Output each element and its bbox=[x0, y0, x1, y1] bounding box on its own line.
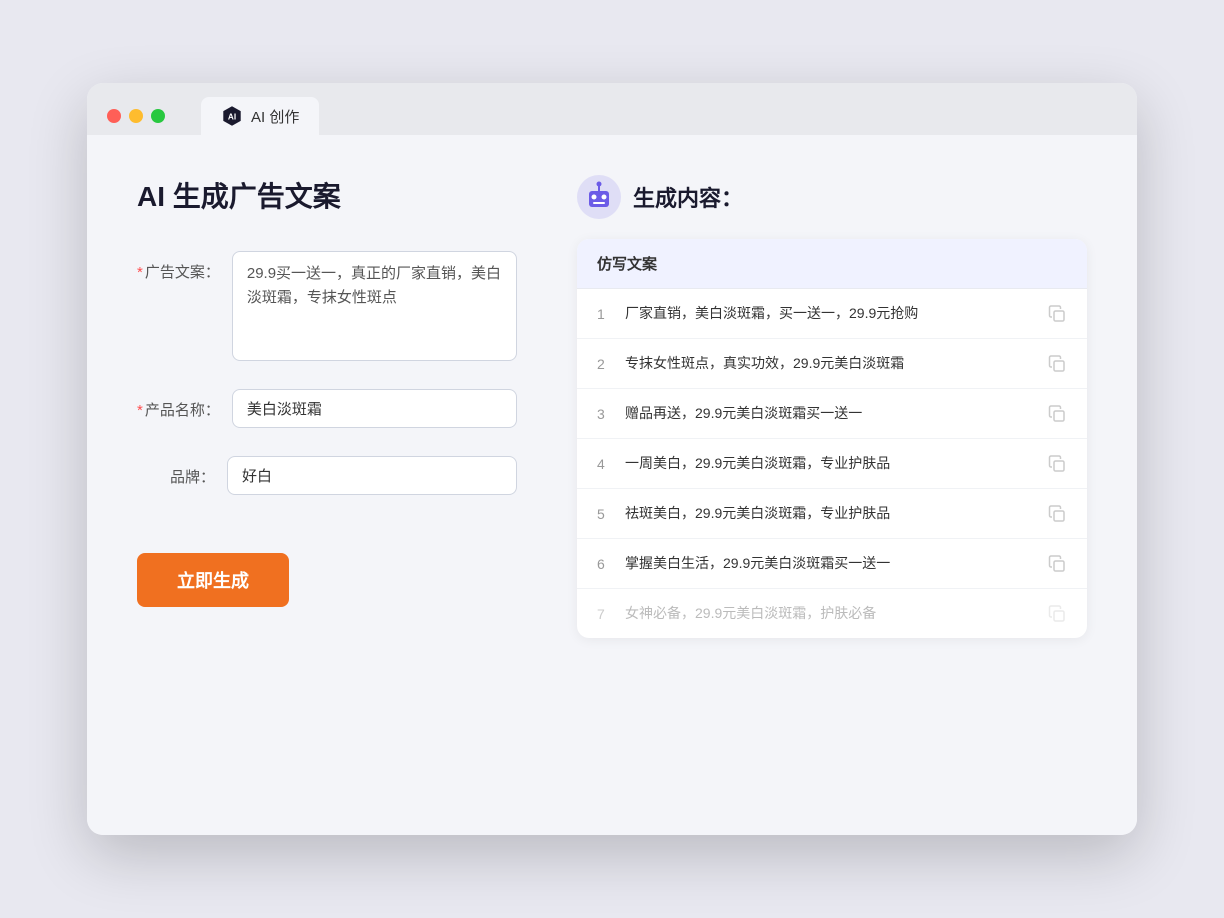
table-row: 6 掌握美白生活，29.9元美白淡斑霜买一送一 bbox=[577, 539, 1087, 589]
row-text-3: 赠品再送，29.9元美白淡斑霜买一送一 bbox=[625, 403, 1037, 424]
browser-titlebar: AI AI 创作 bbox=[87, 83, 1137, 135]
row-num-2: 2 bbox=[597, 356, 625, 372]
copy-icon-6[interactable] bbox=[1047, 554, 1067, 574]
row-text-6: 掌握美白生活，29.9元美白淡斑霜买一送一 bbox=[625, 553, 1037, 574]
table-header: 仿写文案 bbox=[577, 239, 1087, 289]
row-num-4: 4 bbox=[597, 456, 625, 472]
row-num-1: 1 bbox=[597, 306, 625, 322]
main-layout: AI 生成广告文案 *广告文案： 29.9买一送一，真正的厂家直销，美白淡斑霜，… bbox=[137, 175, 1087, 638]
ad-copy-input[interactable]: 29.9买一送一，真正的厂家直销，美白淡斑霜，专抹女性斑点 bbox=[232, 251, 517, 361]
row-num-5: 5 bbox=[597, 506, 625, 522]
table-row: 3 赠品再送，29.9元美白淡斑霜买一送一 bbox=[577, 389, 1087, 439]
row-num-3: 3 bbox=[597, 406, 625, 422]
copy-icon-7[interactable] bbox=[1047, 604, 1067, 624]
result-title: 生成内容： bbox=[633, 181, 743, 213]
copy-icon-3[interactable] bbox=[1047, 404, 1067, 424]
table-row: 2 专抹女性斑点，真实功效，29.9元美白淡斑霜 bbox=[577, 339, 1087, 389]
left-panel: AI 生成广告文案 *广告文案： 29.9买一送一，真正的厂家直销，美白淡斑霜，… bbox=[137, 175, 517, 638]
table-row: 4 一周美白，29.9元美白淡斑霜，专业护肤品 bbox=[577, 439, 1087, 489]
row-text-4: 一周美白，29.9元美白淡斑霜，专业护肤品 bbox=[625, 453, 1037, 474]
browser-window: AI AI 创作 AI 生成广告文案 *广告文案： 29.9买一送一，真正的厂家… bbox=[87, 83, 1137, 835]
copy-icon-1[interactable] bbox=[1047, 304, 1067, 324]
ad-copy-group: *广告文案： 29.9买一送一，真正的厂家直销，美白淡斑霜，专抹女性斑点 bbox=[137, 251, 517, 361]
minimize-button[interactable] bbox=[129, 109, 143, 123]
copy-icon-5[interactable] bbox=[1047, 504, 1067, 524]
row-num-6: 6 bbox=[597, 556, 625, 572]
maximize-button[interactable] bbox=[151, 109, 165, 123]
row-num-7: 7 bbox=[597, 606, 625, 622]
product-name-required: * bbox=[137, 402, 143, 419]
brand-group: 品牌： bbox=[137, 456, 517, 495]
ai-tab-icon: AI bbox=[221, 105, 243, 127]
tab-label: AI 创作 bbox=[251, 106, 299, 127]
right-panel: 生成内容： 仿写文案 1 厂家直销，美白淡斑霜，买一送一，29.9元抢购 bbox=[577, 175, 1087, 638]
result-header: 生成内容： bbox=[577, 175, 1087, 219]
ad-copy-label: *广告文案： bbox=[137, 251, 232, 282]
row-text-7: 女神必备，29.9元美白淡斑霜，护肤必备 bbox=[625, 603, 1037, 624]
svg-text:AI: AI bbox=[228, 113, 236, 122]
close-button[interactable] bbox=[107, 109, 121, 123]
brand-label: 品牌： bbox=[137, 456, 227, 487]
product-name-label: *产品名称： bbox=[137, 389, 232, 420]
result-table: 仿写文案 1 厂家直销，美白淡斑霜，买一送一，29.9元抢购 2 专抹女性斑点 bbox=[577, 239, 1087, 638]
traffic-lights bbox=[107, 109, 165, 123]
brand-input[interactable] bbox=[227, 456, 517, 495]
table-row: 5 祛斑美白，29.9元美白淡斑霜，专业护肤品 bbox=[577, 489, 1087, 539]
browser-tab[interactable]: AI AI 创作 bbox=[201, 97, 319, 135]
page-title: AI 生成广告文案 bbox=[137, 175, 517, 215]
table-row: 1 厂家直销，美白淡斑霜，买一送一，29.9元抢购 bbox=[577, 289, 1087, 339]
row-text-2: 专抹女性斑点，真实功效，29.9元美白淡斑霜 bbox=[625, 353, 1037, 374]
ad-copy-required: * bbox=[137, 264, 143, 281]
copy-icon-4[interactable] bbox=[1047, 454, 1067, 474]
generate-button[interactable]: 立即生成 bbox=[137, 553, 289, 607]
product-name-input[interactable] bbox=[232, 389, 517, 428]
row-text-5: 祛斑美白，29.9元美白淡斑霜，专业护肤品 bbox=[625, 503, 1037, 524]
product-name-group: *产品名称： bbox=[137, 389, 517, 428]
robot-icon bbox=[577, 175, 621, 219]
copy-icon-2[interactable] bbox=[1047, 354, 1067, 374]
row-text-1: 厂家直销，美白淡斑霜，买一送一，29.9元抢购 bbox=[625, 303, 1037, 324]
browser-content: AI 生成广告文案 *广告文案： 29.9买一送一，真正的厂家直销，美白淡斑霜，… bbox=[87, 135, 1137, 835]
table-row: 7 女神必备，29.9元美白淡斑霜，护肤必备 bbox=[577, 589, 1087, 638]
